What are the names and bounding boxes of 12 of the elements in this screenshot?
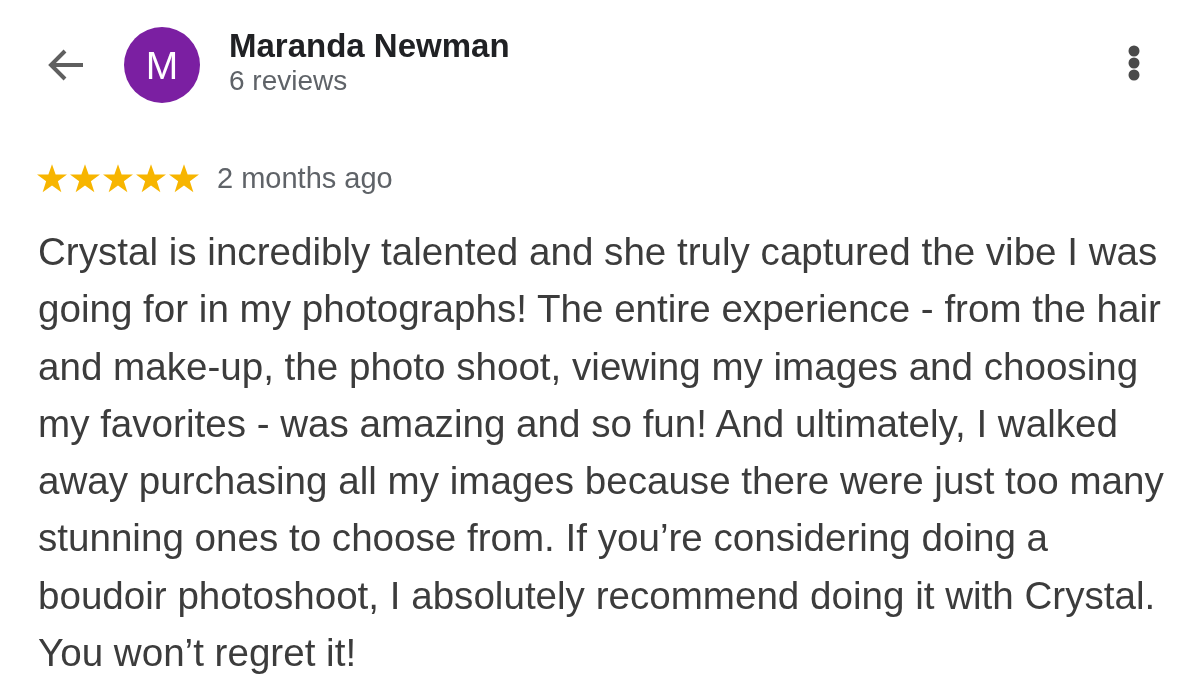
star-icon (103, 163, 133, 193)
review-text: Crystal is incredibly talented and she truly captured the vibe I was going for in my photographs! The entire experience - from the hair and make-up, the photo shoot, viewing my images and choosing my favorites - was amazing and so fun! And ultimately, I walked away purchasing all my images because there were just too many stunning ones to choose from. If you’re considering doing a boudoir photoshoot, I absolutely recommend doing it with Crystal. You won’t regret it! (38, 229, 1165, 677)
star-icon (70, 163, 100, 193)
avatar: M (124, 27, 200, 103)
star-icon (37, 163, 67, 193)
star-icon (136, 163, 166, 193)
more-options-icon[interactable] (1128, 45, 1140, 81)
star-icon (169, 163, 199, 193)
back-arrow-icon[interactable] (47, 49, 85, 81)
reviewer-name: Maranda Newman (229, 27, 511, 65)
review-count: 6 reviews (229, 65, 349, 97)
review-time: 2 months ago (217, 162, 393, 194)
